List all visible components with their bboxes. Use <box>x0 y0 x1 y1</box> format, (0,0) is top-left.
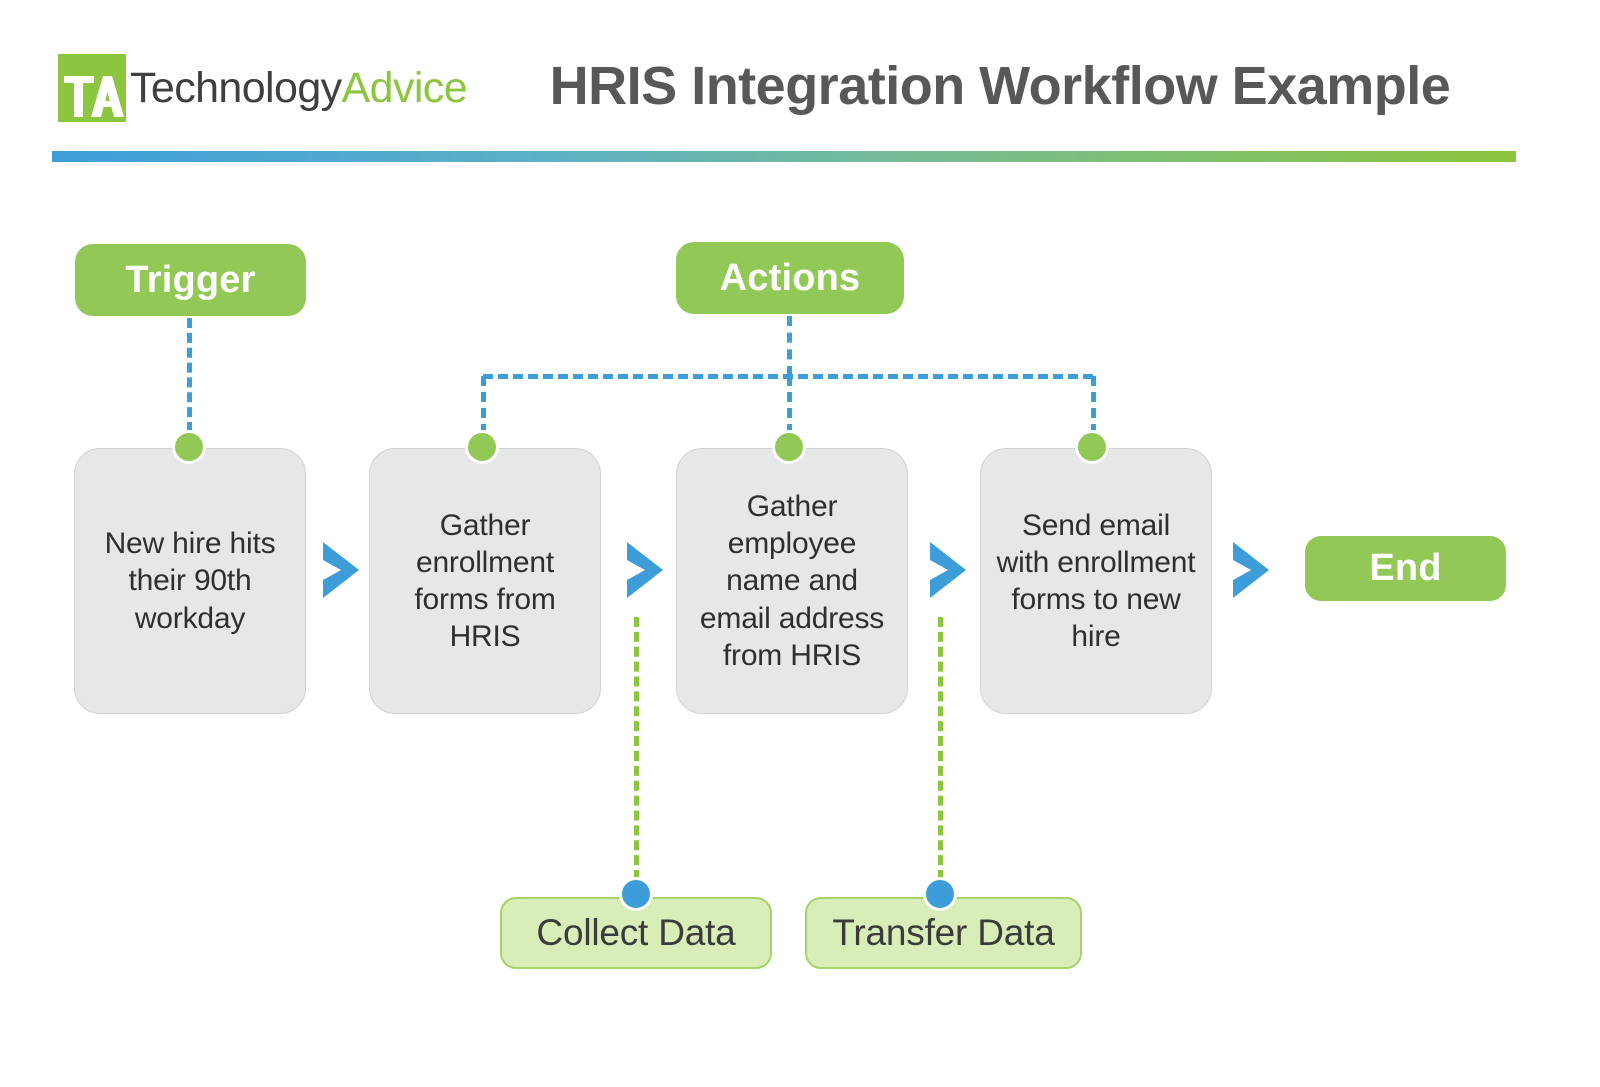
data-badge-anchor-dot-icon <box>923 877 957 911</box>
badge-actions[interactable]: Actions <box>676 242 904 314</box>
badge-transfer-data-label: Transfer Data <box>832 912 1055 953</box>
badge-end[interactable]: End <box>1305 536 1506 601</box>
connector-actions-stem <box>787 316 792 376</box>
page-title: HRIS Integration Workflow Example <box>549 56 1451 116</box>
badge-trigger[interactable]: Trigger <box>75 244 306 316</box>
flow-arrow-chevron-icon <box>627 542 663 598</box>
badge-collect-data-label: Collect Data <box>536 912 736 953</box>
process-node-new-hire-90th-workday[interactable]: New hire hits their 90th workday <box>74 448 306 714</box>
process-node-label: Gather enrollment forms from HRIS <box>414 508 556 654</box>
badge-actions-label: Actions <box>719 256 861 299</box>
process-node-label: Gather employee name and email address f… <box>699 490 885 672</box>
logo-wordmark: TechnologyAdvice <box>130 63 468 112</box>
connector-collect-data-drop <box>634 617 639 880</box>
header-gradient-divider <box>52 151 1516 162</box>
flow-arrow-chevron-icon <box>1233 542 1269 598</box>
connector-actions-drop-right <box>1091 376 1096 434</box>
node-anchor-dot-icon <box>1075 430 1109 464</box>
flow-arrow-chevron-icon <box>930 542 966 598</box>
node-anchor-dot-icon <box>772 430 806 464</box>
technologyadvice-logo: TechnologyAdvice <box>56 52 468 124</box>
data-badge-anchor-dot-icon <box>619 877 653 911</box>
logo-word-advice: Advice <box>341 63 468 112</box>
process-node-gather-enrollment-forms[interactable]: Gather enrollment forms from HRIS <box>369 448 601 714</box>
process-node-gather-employee-details[interactable]: Gather employee name and email address f… <box>676 448 908 714</box>
flow-arrow-chevron-icon <box>323 542 359 598</box>
badge-end-label: End <box>1369 547 1442 589</box>
logo-word-technology: Technology <box>130 63 342 112</box>
connector-transfer-data-drop <box>938 617 943 880</box>
workflow-diagram-canvas: TechnologyAdvice HRIS Integration Workfl… <box>0 0 1600 1087</box>
ta-logo-mark-icon <box>58 54 126 122</box>
connector-actions-drop-middle <box>787 376 792 434</box>
node-anchor-dot-icon <box>172 430 206 464</box>
connector-trigger-stem <box>187 318 192 432</box>
connector-actions-drop-left <box>481 376 486 434</box>
process-node-label: Send email with enrollment forms to new … <box>996 508 1196 654</box>
process-node-label: New hire hits their 90th workday <box>104 527 276 635</box>
badge-trigger-label: Trigger <box>125 258 256 301</box>
process-node-send-email[interactable]: Send email with enrollment forms to new … <box>980 448 1212 714</box>
node-anchor-dot-icon <box>465 430 499 464</box>
